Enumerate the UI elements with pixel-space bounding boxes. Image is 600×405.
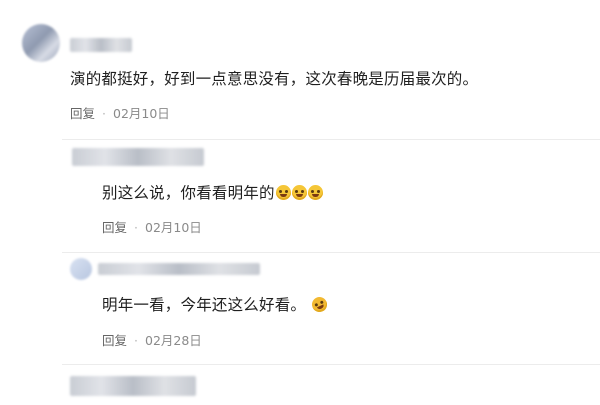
username-blurred[interactable] — [72, 148, 204, 166]
divider — [62, 139, 600, 140]
laughing-face-icon — [307, 185, 323, 200]
separator-dot: · — [134, 220, 138, 235]
laughing-face-icon — [291, 185, 307, 200]
laughing-face-icon — [275, 185, 291, 200]
avatar[interactable] — [70, 258, 92, 280]
comment-text: 明年一看，今年还这么好看。 — [102, 293, 330, 315]
comment-text: 演的都挺好，好到一点意思没有，这次春晚是历届最次的。 — [70, 70, 479, 88]
reply-button[interactable]: 回复 — [70, 106, 95, 121]
comment-meta: 回复 · 02月10日 — [70, 103, 170, 122]
avatar[interactable] — [22, 24, 60, 62]
comment-date: 02月28日 — [145, 333, 202, 348]
reply-button[interactable]: 回复 — [102, 333, 127, 348]
comment-meta: 回复 · 02月10日 — [102, 217, 202, 236]
username-blurred[interactable] — [98, 263, 260, 275]
comment-meta: 回复 · 02月28日 — [102, 330, 202, 349]
separator-dot: · — [134, 333, 138, 348]
laughing-face-icon — [309, 294, 330, 315]
reply-button[interactable]: 回复 — [102, 220, 127, 235]
divider — [62, 364, 600, 365]
comment-date: 02月10日 — [113, 106, 170, 121]
comment-date: 02月10日 — [145, 220, 202, 235]
comment-text: 别这么说，你看看明年的 — [102, 181, 323, 203]
comment-text-body: 明年一看，今年还这么好看。 — [102, 296, 307, 314]
comment-text-body: 别这么说，你看看明年的 — [102, 184, 275, 202]
username-blurred[interactable] — [70, 38, 132, 52]
divider — [62, 252, 600, 253]
separator-dot: · — [102, 106, 106, 121]
username-blurred[interactable] — [70, 376, 196, 396]
